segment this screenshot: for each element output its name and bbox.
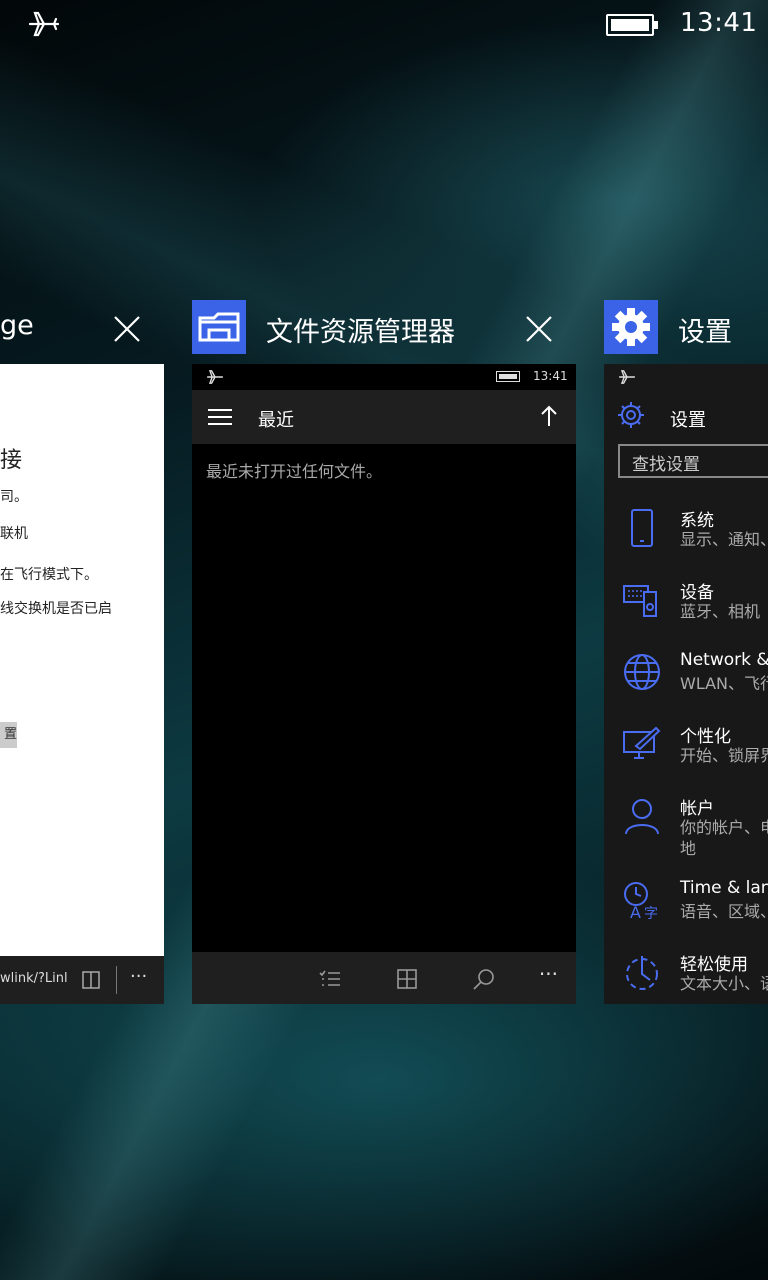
search-icon[interactable] xyxy=(472,967,496,991)
page-text: 联机 xyxy=(0,526,28,542)
file-explorer-screen: 13:41 最近 最近未打开过任何文件。 ··· xyxy=(192,364,576,1004)
item-desc: 开始、锁屏界 xyxy=(680,746,768,765)
item-desc: 地 xyxy=(680,839,697,858)
item-desc: 文本大小、语 xyxy=(680,974,768,993)
page-text: 司。 xyxy=(0,489,28,505)
item-desc: WLAN、飞行 xyxy=(680,674,768,693)
item-name: Time & lan xyxy=(680,878,768,898)
settings-item-system[interactable]: 系统 显示、通知、 xyxy=(604,502,768,572)
card-title: 设置 xyxy=(678,317,732,348)
hamburger-menu-icon[interactable] xyxy=(208,408,232,426)
file-explorer-app-icon xyxy=(192,300,246,354)
task-card-edge[interactable]: ge 接 司。 联机 在飞行模式下。 线交换机是否已启 置 wlink/?Lin… xyxy=(0,300,164,1004)
grid-view-icon[interactable] xyxy=(395,967,419,991)
item-name: 个性化 xyxy=(680,727,731,747)
person-icon xyxy=(625,799,659,835)
item-name: 系统 xyxy=(680,511,714,531)
svg-text:字: 字 xyxy=(644,906,658,920)
mini-status-bar: 13:41 xyxy=(192,364,576,390)
select-list-icon[interactable] xyxy=(318,967,342,991)
edge-page: 接 司。 联机 在飞行模式下。 线交换机是否已启 置 wlink/?Linl ·… xyxy=(0,364,164,1004)
settings-item-accounts[interactable]: 帐户 你的帐户、电 地 xyxy=(604,790,768,880)
item-desc: 显示、通知、 xyxy=(680,530,768,549)
up-arrow-icon[interactable] xyxy=(540,404,558,428)
header-title: 最近 xyxy=(258,410,294,431)
settings-app-icon xyxy=(604,300,658,354)
item-name: 轻松使用 xyxy=(680,955,748,975)
search-input[interactable]: 查找设置 xyxy=(618,444,768,478)
airplane-icon xyxy=(619,370,635,384)
card-header: ge xyxy=(0,300,164,356)
gear-icon xyxy=(612,308,650,346)
time-language-icon: A 字 xyxy=(624,882,658,920)
status-bar: 13:41 xyxy=(0,0,768,48)
phone-icon xyxy=(631,509,653,547)
header-title: 设置 xyxy=(670,410,706,431)
status-time: 13:41 xyxy=(680,8,758,38)
globe-icon xyxy=(624,654,660,690)
airplane-icon xyxy=(207,370,223,384)
devices-icon xyxy=(623,585,657,617)
airplane-icon xyxy=(28,11,60,37)
more-button[interactable]: ··· xyxy=(130,966,147,987)
close-icon[interactable] xyxy=(112,314,142,344)
close-icon[interactable] xyxy=(524,314,554,344)
settings-item-time-language[interactable]: A 字 Time & lan 语音、区域、 xyxy=(604,874,768,944)
task-card-settings[interactable]: 设置 设置 查找设置 系统 显示、通知、 设备 蓝牙、相机 Network & … xyxy=(604,300,768,1004)
settings-item-ease-of-access[interactable]: 轻松使用 文本大小、语 xyxy=(604,946,768,1004)
app-header: 最近 xyxy=(192,390,576,444)
item-name: 设备 xyxy=(680,583,714,603)
item-desc: 语音、区域、 xyxy=(680,902,768,921)
item-name: Network & xyxy=(680,650,768,670)
mini-time: 13:41 xyxy=(533,369,568,383)
gear-icon xyxy=(618,402,644,428)
empty-message: 最近未打开过任何文件。 xyxy=(206,462,383,481)
page-text: 线交换机是否已启 xyxy=(0,601,112,617)
reading-view-icon[interactable] xyxy=(82,970,100,990)
item-name: 帐户 xyxy=(680,799,714,819)
settings-item-personalization[interactable]: 个性化 开始、锁屏界 xyxy=(604,718,768,788)
battery-icon xyxy=(606,14,658,36)
task-card-file-explorer[interactable]: 文件资源管理器 13:41 最近 最近未打开过任何文件。 ··· xyxy=(192,300,576,1004)
settings-item-devices[interactable]: 设备 蓝牙、相机 xyxy=(604,574,768,644)
ease-of-access-icon xyxy=(626,956,658,990)
settings-item-network[interactable]: Network & WLAN、飞行 xyxy=(604,646,768,716)
more-button[interactable]: ··· xyxy=(539,962,558,986)
divider xyxy=(116,966,117,994)
edge-address-bar: wlink/?Linl ··· xyxy=(0,956,164,1004)
card-title: ge xyxy=(0,310,34,341)
item-desc: 蓝牙、相机 xyxy=(680,602,761,621)
page-button[interactable]: 置 xyxy=(0,722,17,748)
mini-status-bar xyxy=(604,364,768,390)
settings-screen: 设置 查找设置 系统 显示、通知、 设备 蓝牙、相机 Network & WLA… xyxy=(604,364,768,1004)
personalization-icon xyxy=(623,726,661,759)
page-heading: 接 xyxy=(0,448,23,473)
card-header: 文件资源管理器 xyxy=(192,300,576,356)
card-title: 文件资源管理器 xyxy=(266,317,455,348)
page-text: 在飞行模式下。 xyxy=(0,567,98,583)
svg-text:A: A xyxy=(630,903,641,920)
card-header: 设置 xyxy=(604,300,768,356)
battery-icon xyxy=(496,371,520,382)
item-desc: 你的帐户、电 xyxy=(680,818,768,837)
address-url[interactable]: wlink/?Linl xyxy=(0,971,68,986)
folder-icon xyxy=(198,312,240,342)
app-bar: ··· xyxy=(192,952,576,1004)
